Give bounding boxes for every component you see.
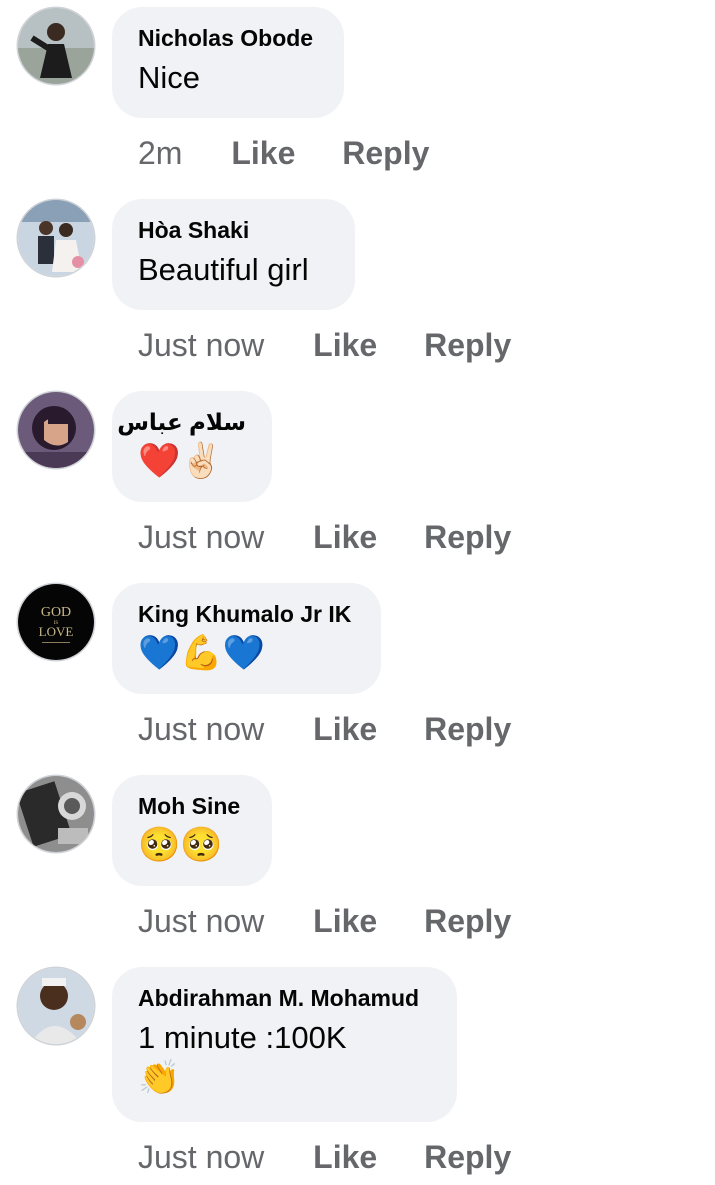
comment-timestamp[interactable]: Just now bbox=[138, 1137, 264, 1177]
reply-button[interactable]: Reply bbox=[424, 517, 511, 557]
comment-timestamp[interactable]: Just now bbox=[138, 325, 264, 365]
comment-author[interactable]: Moh Sine bbox=[138, 792, 246, 820]
avatar-caption: LOVE bbox=[39, 624, 74, 639]
comment-actions: Just now Like Reply bbox=[138, 901, 511, 941]
god-is-love-avatar-icon: GOD IS LOVE bbox=[18, 584, 94, 660]
comment-timestamp[interactable]: 2m bbox=[138, 133, 182, 173]
avatar[interactable] bbox=[18, 8, 94, 84]
comment-actions: Just now Like Reply bbox=[138, 325, 511, 365]
comment-author[interactable]: Nicholas Obode bbox=[138, 24, 318, 52]
comment-bubble: Hòa Shaki Beautiful girl bbox=[112, 199, 355, 310]
like-button[interactable]: Like bbox=[231, 133, 295, 173]
reply-button[interactable]: Reply bbox=[424, 325, 511, 365]
comment-author[interactable]: Abdirahman M. Mohamud bbox=[138, 984, 431, 1012]
comment-bubble: Moh Sine 🥺🥺 bbox=[112, 775, 272, 886]
comment-bubble: سلام عباس ❤️✌🏻 bbox=[112, 391, 272, 502]
comment-actions: Just now Like Reply bbox=[138, 1137, 511, 1177]
like-button[interactable]: Like bbox=[313, 709, 377, 749]
avatar[interactable] bbox=[18, 776, 94, 852]
reply-button[interactable]: Reply bbox=[424, 1137, 511, 1177]
avatar[interactable] bbox=[18, 200, 94, 276]
comment-actions: 2m Like Reply bbox=[138, 133, 429, 173]
comment-author[interactable]: King Khumalo Jr IK bbox=[138, 600, 355, 628]
avatar-caption: GOD bbox=[41, 605, 71, 620]
like-button[interactable]: Like bbox=[313, 901, 377, 941]
comment-bubble: Abdirahman M. Mohamud 1 minute :100K 👏 bbox=[112, 967, 457, 1122]
comment-text: 🥺🥺 bbox=[138, 826, 223, 864]
comment-text-line: 👏 bbox=[138, 1059, 181, 1097]
comment-timestamp[interactable]: Just now bbox=[138, 901, 264, 941]
reply-button[interactable]: Reply bbox=[342, 133, 429, 173]
comment-actions: Just now Like Reply bbox=[138, 709, 511, 749]
comment-text: Beautiful girl bbox=[138, 252, 309, 287]
comment-author[interactable]: سلام عباس bbox=[117, 408, 246, 436]
comment-actions: Just now Like Reply bbox=[138, 517, 511, 557]
like-button[interactable]: Like bbox=[313, 325, 377, 365]
comment-bubble: Nicholas Obode Nice bbox=[112, 7, 344, 118]
comment-text: 1 minute :100K bbox=[138, 1020, 347, 1055]
reply-button[interactable]: Reply bbox=[424, 709, 511, 749]
avatar-photo-icon bbox=[18, 776, 94, 852]
comment-bubble: King Khumalo Jr IK 💙💪💙 bbox=[112, 583, 381, 694]
like-button[interactable]: Like bbox=[313, 517, 377, 557]
comment-timestamp[interactable]: Just now bbox=[138, 517, 264, 557]
avatar-photo-icon bbox=[18, 392, 94, 468]
avatar-photo-icon bbox=[18, 8, 94, 84]
avatar[interactable]: GOD IS LOVE bbox=[18, 584, 94, 660]
avatar-photo-icon bbox=[18, 200, 94, 276]
comment-text: ❤️✌🏻 bbox=[138, 442, 223, 480]
like-button[interactable]: Like bbox=[313, 1137, 377, 1177]
reply-button[interactable]: Reply bbox=[424, 901, 511, 941]
avatar[interactable] bbox=[18, 392, 94, 468]
avatar-photo-icon bbox=[18, 968, 94, 1044]
avatar[interactable] bbox=[18, 968, 94, 1044]
comment-author[interactable]: Hòa Shaki bbox=[138, 216, 329, 244]
comment-timestamp[interactable]: Just now bbox=[138, 709, 264, 749]
comment-text: Nice bbox=[138, 60, 201, 95]
comment-text: 💙💪💙 bbox=[138, 634, 266, 672]
